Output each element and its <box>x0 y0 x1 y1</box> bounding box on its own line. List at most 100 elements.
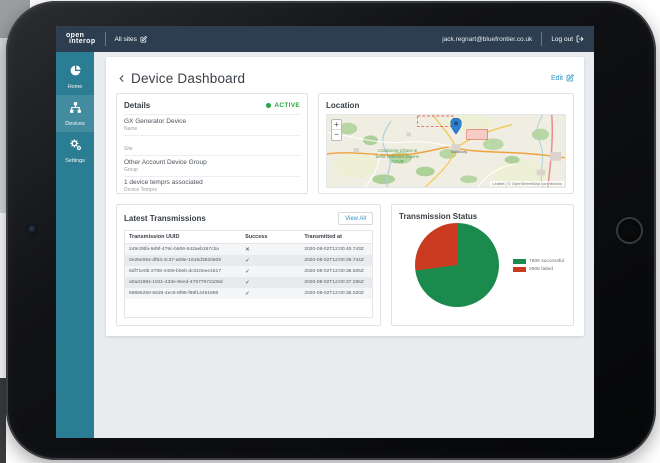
check-icon: ✓ <box>245 257 250 264</box>
sidebar-item-label: Settings <box>65 158 85 164</box>
cell-uuid: a0a31984-1931-433e-9eed-47977972108d <box>129 280 223 285</box>
zoom-in-button[interactable]: + <box>332 120 341 130</box>
transmission-status-panel: Transmission Status 7805 successful 2906… <box>391 204 574 326</box>
field-label: Name <box>124 125 138 132</box>
table-row[interactable]: 8df71e0b-2708-4400-b0eb-dc010eee1617 ✓ 2… <box>125 266 372 277</box>
transmission-status-title: Transmission Status <box>399 212 478 221</box>
map[interactable]: + − Salisbury Cranborne Chase & West Wil… <box>326 114 566 188</box>
all-sites-label: All sites <box>114 35 137 43</box>
col-header-transmitted: Transmitted at <box>300 231 372 244</box>
cell-transmitted-at: 2020-08-02T12:00:39.744Z <box>304 258 364 263</box>
logout-label: Log out <box>551 35 573 43</box>
cell-transmitted-at: 2020-08-02T12:00:40.743Z <box>304 247 364 252</box>
cell-uuid: 8df71e0b-2708-4400-b0eb-dc010eee1617 <box>129 269 221 274</box>
field-name: GX Generator Device Name <box>124 115 300 136</box>
legend-swatch-red <box>513 266 526 272</box>
pie-legend: 7805 successful 2906 failed <box>513 256 564 275</box>
legend-label: 2906 failed <box>529 266 553 272</box>
sidebar-item-home[interactable]: Home <box>56 58 94 95</box>
sidebar-item-label: Devices <box>65 121 85 127</box>
view-all-button[interactable]: View All <box>338 212 373 225</box>
legend-label: 7805 successful <box>529 258 565 264</box>
page-header: Device Dashboard Edit <box>116 67 574 89</box>
sidebar: Home Devices Settings <box>56 52 94 438</box>
map-area-label: Cranborne Chase & West Wiltshire Downs A… <box>375 148 420 165</box>
status-label: ACTIVE <box>274 102 300 109</box>
cell-uuid: 249c08fa-9d9f-479c-b606-542aeb267cba <box>129 247 220 252</box>
table-header-row: Transmission UUID Success Transmitted at <box>125 231 372 244</box>
tablet-home-button[interactable] <box>616 217 643 244</box>
openinterop-logo[interactable]: open interop <box>66 32 96 45</box>
page-title: Device Dashboard <box>131 70 246 86</box>
field-value: 1 device temprs associated <box>124 179 203 186</box>
tablet-camera <box>28 225 37 234</box>
cell-transmitted-at: 2020-08-02T12:00:37.296Z <box>304 280 364 285</box>
field-value: Other Account Device Group <box>124 158 207 166</box>
col-header-uuid: Transmission UUID <box>125 231 242 244</box>
logout-button[interactable]: Log out <box>551 35 584 43</box>
map-marker-icon[interactable] <box>449 117 462 139</box>
zoom-out-button[interactable]: − <box>332 130 341 140</box>
logo-line2: interop <box>69 38 96 45</box>
transmissions-panel: Latest Transmissions View All Transmissi… <box>116 204 381 326</box>
user-email: jack.regnart@bluefrontier.co.uk <box>442 35 533 43</box>
cell-transmitted-at: 2020-08-02T12:00:38.505Z <box>304 269 364 274</box>
back-chevron-icon[interactable] <box>116 73 127 84</box>
edit-label: Edit <box>550 74 563 82</box>
logout-icon <box>576 35 584 43</box>
cell-transmitted-at: 2020-08-02T12:00:36.020Z <box>304 291 364 296</box>
location-title: Location <box>326 101 360 110</box>
field-value <box>124 138 300 145</box>
legend-item-failed: 2906 failed <box>513 266 564 272</box>
map-city-label: Salisbury <box>450 148 468 154</box>
col-header-success: Success <box>241 231 301 244</box>
check-icon: ✓ <box>245 268 250 275</box>
edit-icon <box>140 35 147 43</box>
edit-dashboard-link[interactable]: Edit <box>551 74 574 82</box>
map-zoom-control: + − <box>331 119 342 141</box>
cross-icon: ✕ <box>245 246 250 253</box>
check-icon: ✓ <box>245 279 250 286</box>
sitemap-icon <box>69 101 82 118</box>
table-row[interactable]: a0a31984-1931-433e-9eed-47977972108d ✓ 2… <box>125 277 372 288</box>
status-badge: ACTIVE <box>266 102 300 109</box>
map-tiles <box>327 115 565 187</box>
transmissions-table: Transmission UUID Success Transmitted at… <box>124 230 373 318</box>
field-label: Device Temprs <box>124 187 157 193</box>
pie-chart-icon <box>69 64 82 81</box>
edit-icon <box>566 74 574 82</box>
main-area: Device Dashboard Edit Details ACTIVE GX … <box>94 52 594 438</box>
location-panel: Location + − Salisbury Cranborne Chase &… <box>318 93 574 194</box>
table-row[interactable]: 59895250-5629-4ec9-8f95-f99f14491896 ✓ 2… <box>125 288 372 299</box>
app-screen: open interop All sites jack.regnart@blue… <box>56 26 594 438</box>
table-row[interactable]: 0e26e054-df53-4c37-a08e-1915d3820509 ✓ 2… <box>125 255 372 266</box>
transmission-status-pie-chart <box>415 223 499 307</box>
cell-uuid: 59895250-5629-4ec9-8f95-f99f14491896 <box>129 291 219 296</box>
cogs-icon <box>69 138 82 155</box>
tablet-mockup-stage: open interop All sites jack.regnart@blue… <box>0 0 660 463</box>
top-navbar: open interop All sites jack.regnart@blue… <box>56 26 594 52</box>
field-label: Group <box>124 166 138 173</box>
topbar-divider <box>541 32 543 46</box>
topbar-divider <box>104 32 106 46</box>
field-group: Other Account Device Group Group <box>124 156 300 177</box>
all-sites-link[interactable]: All sites <box>115 36 147 43</box>
legend-item-successful: 7805 successful <box>513 258 565 264</box>
details-title: Details <box>124 101 151 110</box>
field-site: Site <box>124 136 300 156</box>
table-row[interactable]: 249c08fa-9d9f-479c-b606-542aeb267cba ✕ 2… <box>125 243 372 255</box>
sidebar-item-devices[interactable]: Devices <box>56 95 94 132</box>
cell-uuid: 0e26e054-df53-4c37-a08e-1915d3820509 <box>129 258 221 263</box>
field-label: Site <box>124 146 133 152</box>
details-panel: Details ACTIVE GX Generator Device Name <box>116 93 308 194</box>
check-icon: ✓ <box>245 290 250 297</box>
status-dot-icon <box>266 103 272 108</box>
field-device-temprs: 1 device temprs associated Device Temprs <box>124 177 300 193</box>
map-attribution: Leaflet | © OpenStreetMap contributors <box>490 181 564 186</box>
legend-swatch-green <box>513 258 526 264</box>
sidebar-item-settings[interactable]: Settings <box>56 132 94 169</box>
sidebar-item-label: Home <box>67 84 83 90</box>
transmissions-title: Latest Transmissions <box>124 214 206 223</box>
dashboard-card: Device Dashboard Edit Details ACTIVE GX … <box>106 57 584 336</box>
field-value: GX Generator Device <box>124 117 187 125</box>
